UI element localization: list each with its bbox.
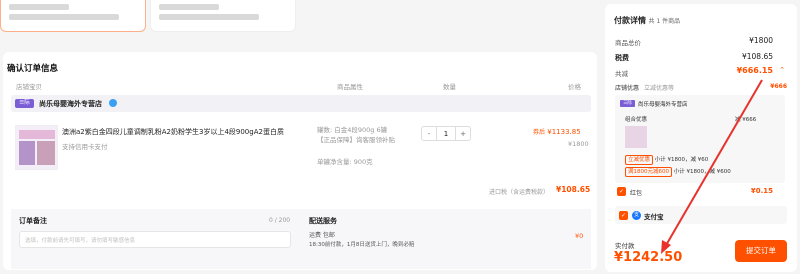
row-label: 税费 xyxy=(615,54,629,62)
store-icon: ☰际 xyxy=(620,100,635,107)
discount-detail-box: ☰际 尚乐母婴海外专营店 组合优惠 减 ¥666 立减优惠 小计 ¥1800，减… xyxy=(615,95,785,183)
delivery-section: 配送服务 运费 包邮 18:30前付款，1月8日送货上门，晚到必赔 ¥0 xyxy=(299,209,591,269)
product-name[interactable]: 澳洲a2紫白金四段儿童调制乳粉A2奶粉学生3岁以上4段900gA2蛋白质 xyxy=(62,127,312,137)
qty-input[interactable]: 1 xyxy=(436,126,456,141)
row-value: ¥1800 xyxy=(749,36,773,45)
blurred-address xyxy=(9,14,119,20)
combo-value: 减 ¥666 xyxy=(735,117,757,123)
tax-label: 进口税（含运费税款） xyxy=(489,189,550,196)
checkbox-checked-icon[interactable]: ✓ xyxy=(617,187,626,196)
alipay-row[interactable]: ✓ 支 支付宝 xyxy=(615,206,787,224)
summary-title: 付款详情 共 1 件商品 xyxy=(614,15,680,26)
row-value: ¥108.65 xyxy=(741,52,773,61)
product-image[interactable] xyxy=(15,125,58,170)
remark-section: 订单备注 0 / 200 选填，付款前请先可填写，请勿填写敏感信息 xyxy=(11,209,299,269)
price-label: 券后 xyxy=(533,129,546,136)
store-name[interactable]: 尚乐母婴海外专营店 xyxy=(39,99,102,109)
store-discount[interactable]: 店铺优惠 立减优惠等 ¥666 xyxy=(615,83,787,92)
checkbox-checked-icon[interactable]: ✓ xyxy=(619,211,628,220)
payment-summary: 付款详情 共 1 件商品 商品总价 ¥1800 税费 ¥108.65 共减 ¥6… xyxy=(605,4,797,272)
remark-count: 0 / 200 xyxy=(269,217,291,224)
delivery-method: 运费 包邮 xyxy=(309,232,335,239)
tax-value: ¥108.65 xyxy=(556,185,591,194)
product-thumb xyxy=(625,126,647,148)
col-attr: 商品属性 xyxy=(337,83,363,91)
remark-placeholder: 选填，付款前请先可填写，请勿填写敏感信息 xyxy=(25,238,136,244)
store-row: ☰际 尚乐母婴海外专营店 xyxy=(11,95,591,112)
store-icon: ☰际 xyxy=(15,99,34,108)
order-title: 确认订单信息 xyxy=(7,64,59,74)
remark-input[interactable]: 选填，付款前请先可填写，请勿填写敏感信息 xyxy=(19,231,291,248)
discount-line: 立减优惠 小计 ¥1800，减 ¥60 xyxy=(625,155,708,165)
product-attr: 单罐净含量: 900克 xyxy=(317,158,373,166)
store-discount-label: 店铺优惠 xyxy=(615,85,640,92)
tag1-text: 小计 ¥1800，减 ¥60 xyxy=(654,157,709,163)
alipay-icon: 支 xyxy=(632,211,641,220)
hongbao-label: 红包 xyxy=(630,190,643,197)
delivery-fee: ¥0 xyxy=(575,232,584,240)
paid-label: 实付款 xyxy=(615,242,635,250)
order-card: 确认订单信息 店铺宝贝 商品属性 数量 价格 ☰际 尚乐母婴海外专营店 澳洲a2… xyxy=(3,52,597,270)
price-now-value: ¥1133.85 xyxy=(547,128,581,136)
col-qty: 数量 xyxy=(443,83,456,91)
item-count: 共 1 件商品 xyxy=(648,18,681,25)
blurred-address xyxy=(9,4,69,10)
discount-store-name: 尚乐母婴海外专营店 xyxy=(638,102,688,108)
delivery-title: 配送服务 xyxy=(309,217,337,225)
store-discount-value: ¥666 xyxy=(770,83,787,90)
combo-label: 组合优惠 xyxy=(625,117,648,123)
verified-badge-icon xyxy=(109,99,117,107)
store-discount-sub: 立减优惠等 xyxy=(643,85,674,92)
submit-order-button[interactable]: 提交订单 xyxy=(735,240,787,262)
tag-instant-discount: 立减优惠 xyxy=(625,155,654,165)
tag2-text: 小计 ¥1800，减 ¥600 xyxy=(673,169,731,175)
alipay-label: 支付宝 xyxy=(644,213,664,221)
chevron-up-icon[interactable]: ⌃ xyxy=(779,66,785,74)
blurred-address xyxy=(159,4,219,10)
address-card[interactable] xyxy=(150,0,296,32)
paid-value: ¥1242.50 xyxy=(614,250,683,265)
tag-full-reduction: 满1800元减600 xyxy=(625,167,672,177)
price-now: 券后 ¥1133.85 xyxy=(533,127,581,136)
summary-title-text: 付款详情 xyxy=(614,16,646,25)
hongbao-value[interactable]: ¥0.15 xyxy=(751,187,773,195)
row-label: 商品总价 xyxy=(615,39,641,47)
discount-total: ¥666.15 xyxy=(736,66,773,75)
qty-minus-button[interactable]: - xyxy=(421,126,437,141)
address-card-selected[interactable] xyxy=(0,0,146,32)
blurred-address xyxy=(159,14,259,20)
product-attr: 罐数: 白金4段900g 6罐 【正品保障】询客服领补贴 xyxy=(317,126,395,144)
price-orig: ¥1800 xyxy=(568,140,589,148)
discount-line: 满1800元减600 小计 ¥1800，减 ¥600 xyxy=(625,167,731,177)
row-label: 共减 xyxy=(615,70,628,78)
payment-note: 支持信用卡支付 xyxy=(62,143,108,151)
col-store: 店铺宝贝 xyxy=(16,83,42,91)
col-price: 价格 xyxy=(568,83,581,91)
remark-title: 订单备注 xyxy=(19,217,47,225)
qty-plus-button[interactable]: + xyxy=(455,126,471,141)
delivery-detail: 18:30前付款，1月8日送货上门，晚到必赔 xyxy=(309,242,415,248)
